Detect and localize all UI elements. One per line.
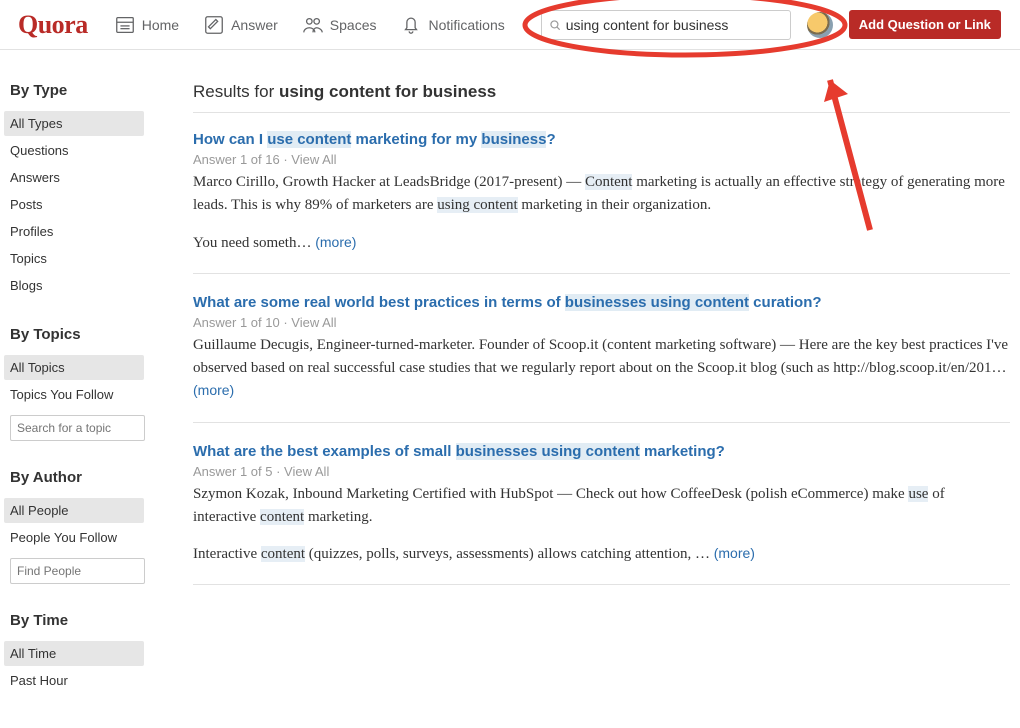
results-panel: Results for using content for business H… [175, 82, 1010, 721]
filter-by-topics: By Topics All Topics Topics You Follow [10, 326, 175, 441]
results-prefix: Results for [193, 82, 279, 101]
logo[interactable]: Quora [10, 10, 96, 40]
result-body-continued: You need someth… (more) [193, 232, 1010, 255]
filter-item-answers[interactable]: Answers [4, 165, 175, 190]
search-icon [548, 18, 562, 32]
more-link[interactable]: (more) [714, 545, 755, 561]
pencil-icon [203, 14, 225, 36]
avatar[interactable] [807, 12, 833, 38]
result-title[interactable]: How can I use content marketing for my b… [193, 131, 556, 148]
filter-item-topics-follow[interactable]: Topics You Follow [4, 382, 175, 407]
filter-by-type: By Type All Types Questions Answers Post… [10, 82, 175, 298]
filter-item-blogs[interactable]: Blogs [4, 273, 175, 298]
home-icon [114, 14, 136, 36]
view-all-link[interactable]: View All [284, 464, 329, 479]
results-list: How can I use content marketing for my b… [193, 129, 1010, 585]
filter-by-author: By Author All People People You Follow [10, 469, 175, 584]
people-search-input[interactable] [10, 558, 145, 584]
filter-heading: By Topics [10, 326, 175, 343]
filter-item-questions[interactable]: Questions [4, 138, 175, 163]
result-body-continued: Interactive content (quizzes, polls, sur… [193, 543, 1010, 566]
header: Quora Home Answer Spaces Notifications A… [0, 0, 1020, 50]
sidebar: By Type All Types Questions Answers Post… [10, 82, 175, 721]
filter-item-past-hour[interactable]: Past Hour [4, 668, 175, 693]
nav-spaces-label: Spaces [330, 17, 377, 33]
more-link[interactable]: (more) [193, 382, 234, 398]
nav-home[interactable]: Home [104, 8, 189, 42]
page-body: By Type All Types Questions Answers Post… [0, 50, 1020, 721]
search-box[interactable] [541, 10, 791, 40]
result-title[interactable]: What are some real world best practices … [193, 294, 822, 311]
filter-item-all-types[interactable]: All Types [4, 111, 144, 136]
view-all-link[interactable]: View All [291, 315, 336, 330]
filter-item-all-topics[interactable]: All Topics [4, 355, 144, 380]
filter-by-time: By Time All Time Past Hour [10, 612, 175, 693]
result-meta: Answer 1 of 10 · View All [193, 315, 1010, 330]
topic-search-input[interactable] [10, 415, 145, 441]
filter-item-people-follow[interactable]: People You Follow [4, 525, 175, 550]
nav-spaces[interactable]: Spaces [292, 8, 387, 42]
result-body: Guillaume Decugis, Engineer-turned-marke… [193, 334, 1010, 404]
filter-heading: By Time [10, 612, 175, 629]
filter-item-topics[interactable]: Topics [4, 246, 175, 271]
result-body: Marco Cirillo, Growth Hacker at LeadsBri… [193, 171, 1010, 218]
nav-notifications-label: Notifications [428, 17, 504, 33]
add-question-button[interactable]: Add Question or Link [849, 10, 1001, 39]
filter-heading: By Type [10, 82, 175, 99]
result-body: Szymon Kozak, Inbound Marketing Certifie… [193, 483, 1010, 530]
bell-icon [400, 14, 422, 36]
filter-item-profiles[interactable]: Profiles [4, 219, 175, 244]
primary-nav: Home Answer Spaces Notifications [104, 8, 515, 42]
more-link[interactable]: (more) [315, 234, 356, 250]
view-all-link[interactable]: View All [291, 152, 336, 167]
filter-item-all-time[interactable]: All Time [4, 641, 144, 666]
nav-answer[interactable]: Answer [193, 8, 288, 42]
result-meta: Answer 1 of 16 · View All [193, 152, 1010, 167]
nav-home-label: Home [142, 17, 179, 33]
search-result: What are the best examples of small busi… [193, 441, 1010, 586]
filter-heading: By Author [10, 469, 175, 486]
search-result: What are some real world best practices … [193, 292, 1010, 423]
result-meta: Answer 1 of 5 · View All [193, 464, 1010, 479]
divider [193, 112, 1010, 113]
results-heading: Results for using content for business [193, 82, 1010, 102]
filter-item-all-people[interactable]: All People [4, 498, 144, 523]
filter-item-posts[interactable]: Posts [4, 192, 175, 217]
result-title[interactable]: What are the best examples of small busi… [193, 443, 725, 460]
nav-answer-label: Answer [231, 17, 278, 33]
nav-notifications[interactable]: Notifications [390, 8, 514, 42]
search-input[interactable] [562, 16, 784, 34]
results-query: using content for business [279, 82, 496, 101]
search-result: How can I use content marketing for my b… [193, 129, 1010, 274]
people-icon [302, 14, 324, 36]
